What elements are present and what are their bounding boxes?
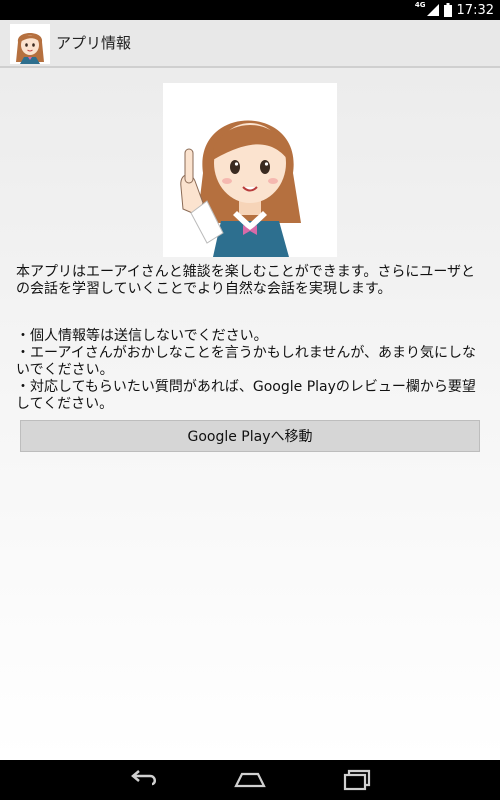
open-google-play-button[interactable]: Google Playへ移動 — [20, 420, 480, 452]
app-description: 本アプリはエーアイさんと雑談を楽しむことができます。さらにユーザとの会話を学習し… — [16, 264, 476, 297]
character-illustration — [163, 83, 337, 257]
action-bar: アプリ情報 — [0, 20, 500, 68]
back-button[interactable] — [124, 768, 164, 792]
network-type-label: 4G — [414, 1, 426, 9]
back-icon — [131, 770, 156, 786]
recent-apps-button[interactable] — [336, 768, 376, 792]
page-title: アプリ情報 — [56, 34, 132, 52]
battery-icon — [443, 3, 452, 17]
signal-icon — [426, 4, 439, 16]
note-item: ・対応してもらいたい質問があれば、Google Playのレビュー欄から要望して… — [16, 379, 476, 412]
notes-list: ・個人情報等は送信しないでください。 ・エーアイさんがおかしなことを言うかもしれ… — [16, 328, 486, 413]
clock: 17:32 — [456, 2, 494, 18]
app-info-content: 本アプリはエーアイさんと雑談を楽しむことができます。さらにユーザとの会話を学習し… — [0, 68, 500, 760]
home-button[interactable] — [230, 768, 270, 792]
status-indicators: 4G 17:32 — [415, 0, 494, 20]
app-icon[interactable] — [10, 24, 50, 64]
recent-apps-icon — [343, 769, 371, 791]
note-item: ・エーアイさんがおかしなことを言うかもしれませんが、あまり気にしないでください。 — [16, 345, 477, 378]
note-item: ・個人情報等は送信しないでください。 — [16, 328, 268, 344]
home-icon — [234, 772, 266, 788]
status-bar: 4G 17:32 — [0, 0, 500, 20]
navigation-bar — [0, 760, 500, 800]
